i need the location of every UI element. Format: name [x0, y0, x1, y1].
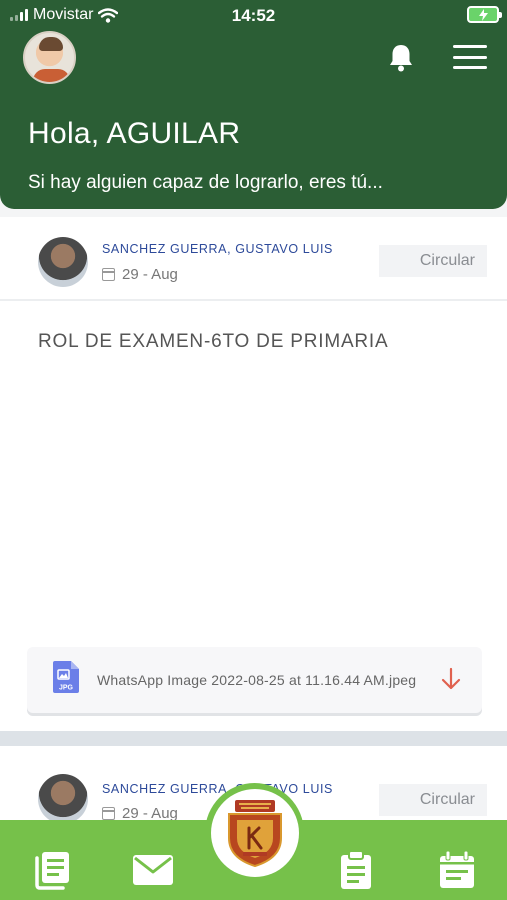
- post-category-badge: Circular: [379, 784, 487, 816]
- post-date-text: 29 - Aug: [122, 266, 178, 283]
- status-time: 14:52: [231, 6, 276, 25]
- greeting-title: Hola, AGUILAR: [28, 117, 241, 150]
- feed-separator: [0, 731, 507, 746]
- attachment-file-name: WhatsApp Image 2022-08-25 at 11.16.44 AM…: [97, 672, 417, 688]
- author-avatar: [38, 774, 88, 824]
- post-card[interactable]: SANCHEZ GUERRA, GUSTAVO LUIS 29 - Aug Ci…: [0, 217, 507, 731]
- post-header: SANCHEZ GUERRA, GUSTAVO LUIS 29 - Aug Ci…: [0, 217, 507, 301]
- jpg-file-icon: JPG: [53, 661, 79, 693]
- school-crest-container: [210, 788, 299, 877]
- attachment-item[interactable]: JPG WhatsApp Image 2022-08-25 at 11.16.4…: [27, 647, 482, 713]
- mail-icon[interactable]: [132, 850, 174, 890]
- charging-bolt-icon: [478, 8, 488, 21]
- clipboard-icon[interactable]: [336, 850, 376, 890]
- app-header: Movistar 14:52 Hola, AGUILAR Si hay algu…: [0, 0, 507, 209]
- post-date: 29 - Aug: [102, 266, 178, 283]
- author-avatar: [38, 237, 88, 287]
- calendar-icon[interactable]: [437, 850, 477, 890]
- battery-icon: [467, 6, 502, 23]
- calendar-small-icon: [102, 807, 115, 820]
- hamburger-menu-icon[interactable]: [453, 45, 487, 69]
- download-arrow-icon[interactable]: [440, 667, 462, 691]
- bell-icon[interactable]: [388, 43, 414, 73]
- home-crest-button[interactable]: [205, 783, 304, 882]
- author-name: SANCHEZ GUERRA, GUSTAVO LUIS: [102, 782, 333, 796]
- user-avatar[interactable]: [23, 31, 76, 84]
- motto-text: Si hay alguien capaz de lograrlo, eres t…: [28, 172, 383, 193]
- school-crest-icon: [227, 799, 282, 867]
- status-bar: Movistar 14:52: [0, 0, 507, 30]
- calendar-small-icon: [102, 268, 115, 281]
- svg-text:JPG: JPG: [59, 685, 74, 692]
- post-title: ROL DE EXAMEN-6TO DE PRIMARIA: [38, 331, 389, 352]
- news-icon[interactable]: [33, 850, 73, 890]
- post-category-badge: Circular: [379, 245, 487, 277]
- author-name: SANCHEZ GUERRA, GUSTAVO LUIS: [102, 242, 333, 256]
